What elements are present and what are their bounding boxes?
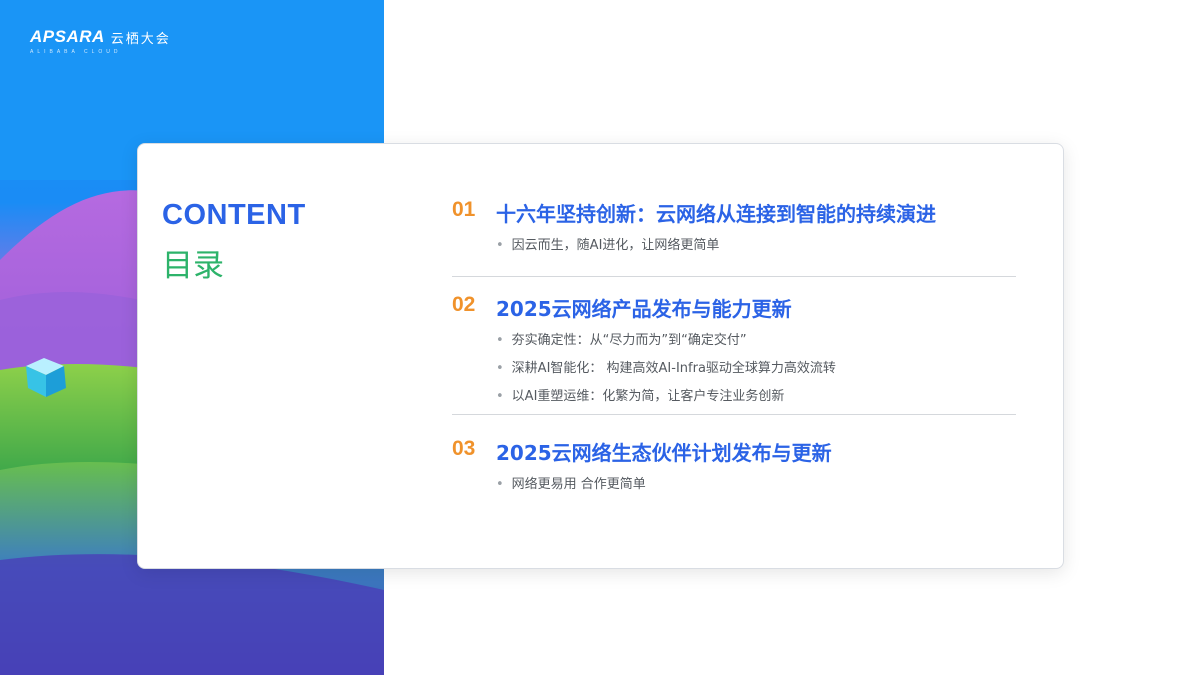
bullet-item: 因云而生，随AI进化，让网络更简单 [496,232,720,260]
toc-heading-en: CONTENT [162,199,306,231]
section-number: 03 [452,437,476,460]
bullet-item: 深耕AI智能化： 构建高效AI-Infra驱动全球算力高效流转 [496,355,836,383]
bullet-item: 夯实确定性：从“尽力而为”到“确定交付” [496,327,836,355]
bullet-item: 网络更易用 合作更简单 [496,471,646,499]
section-bullets: 因云而生，随AI进化，让网络更简单 [496,232,720,260]
section-number: 02 [452,293,476,316]
section-title: 2025云网络产品发布与能力更新 [496,297,792,321]
section-number: 01 [452,198,476,221]
section-title: 2025云网络生态伙伴计划发布与更新 [496,441,832,465]
section-title: 十六年坚持创新：云网络从连接到智能的持续演进 [496,202,936,226]
toc-heading-cn: 目录 [162,248,224,284]
bullet-item: 以AI重塑运维：化繁为简，让客户专注业务创新 [496,383,836,411]
section-divider [452,414,1016,415]
logo-chinese: 云栖大会 [110,31,171,47]
section-bullets: 夯实确定性：从“尽力而为”到“确定交付” 深耕AI智能化： 构建高效AI-Inf… [496,327,836,411]
section-divider [452,276,1016,277]
logo-wordmark: APSARA [30,27,105,46]
logo-subtitle: ALIBABA CLOUD [30,49,122,55]
toc-card: CONTENT 目录 01 十六年坚持创新：云网络从连接到智能的持续演进 因云而… [137,143,1064,569]
apsara-logo: APSARA 云栖大会 [30,27,171,47]
section-bullets: 网络更易用 合作更简单 [496,471,646,499]
